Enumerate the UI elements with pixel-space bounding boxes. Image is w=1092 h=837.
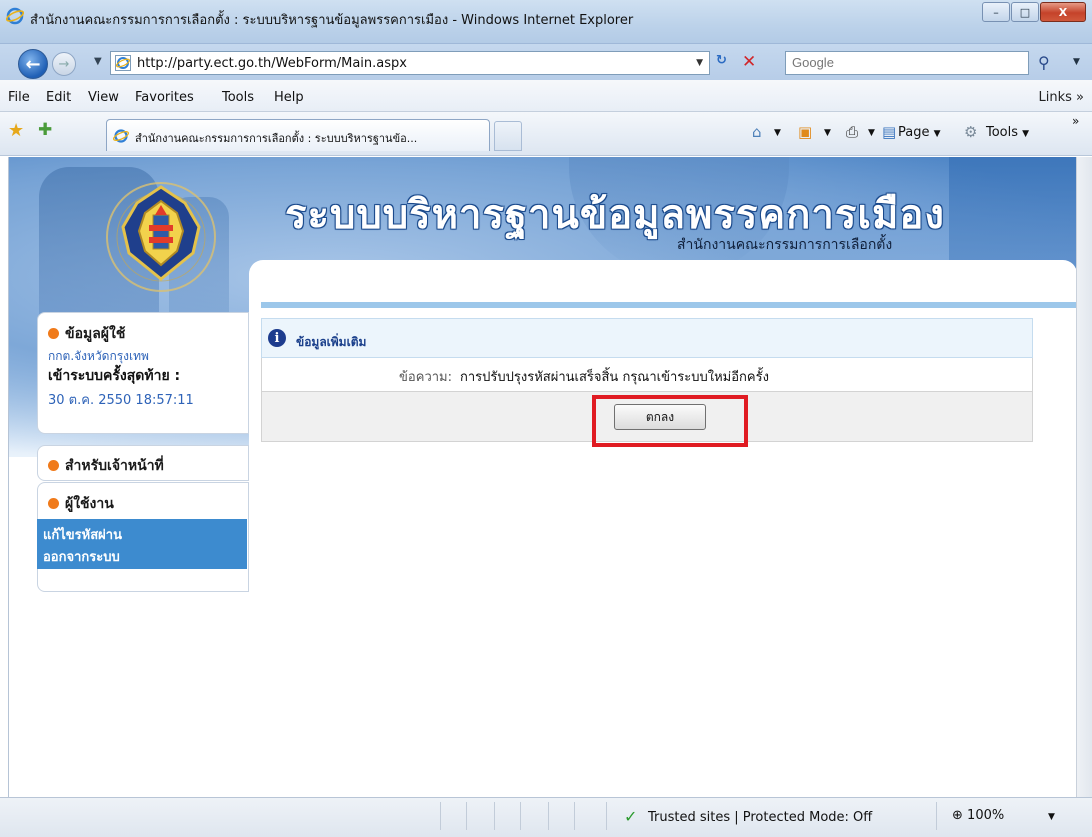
user-menu-heading: ผู้ใช้งาน bbox=[48, 493, 114, 515]
status-divider bbox=[494, 802, 495, 830]
main-content: i ข้อมูลเพิ่มเติม ข้อความ: การปรับปรุงรห… bbox=[249, 260, 1076, 797]
menu-edit[interactable]: Edit bbox=[46, 90, 71, 105]
chevron-down-icon: ▼ bbox=[933, 129, 941, 139]
new-tab-button[interactable] bbox=[494, 121, 522, 151]
favorites-star-icon[interactable]: ★ bbox=[8, 120, 24, 141]
info-title: ข้อมูลเพิ่มเติม bbox=[296, 335, 367, 349]
address-input[interactable]: http://party.ect.go.th/WebForm/Main.aspx… bbox=[110, 51, 710, 75]
user-info-heading-label: ข้อมูลผู้ใช้ bbox=[65, 326, 126, 342]
menu-bar: File Edit View Favorites Tools Help Link… bbox=[0, 80, 1092, 112]
page-ie-icon bbox=[115, 55, 131, 71]
stop-icon[interactable]: ✕ bbox=[742, 52, 764, 74]
address-toolbar: ← → ▼ http://party.ect.go.th/WebForm/Mai… bbox=[0, 44, 1092, 80]
user-province: กกต.จังหวัดกรุงเทพ bbox=[48, 349, 149, 363]
security-zone[interactable]: Trusted sites | Protected Mode: Off bbox=[648, 810, 872, 825]
bullet-icon bbox=[48, 460, 59, 471]
ok-button[interactable]: ตกลง bbox=[614, 404, 706, 430]
menu-help[interactable]: Help bbox=[274, 90, 304, 105]
status-divider bbox=[606, 802, 607, 830]
bullet-icon bbox=[48, 498, 59, 509]
history-dropdown-icon[interactable]: ▼ bbox=[94, 56, 102, 67]
arrow-right-icon: → bbox=[58, 56, 70, 72]
page-viewport: ระบบบริหารฐานข้อมูลพรรคการเมือง สำนักงาน… bbox=[8, 157, 1076, 797]
status-divider bbox=[466, 802, 467, 830]
trusted-check-icon: ✓ bbox=[624, 807, 638, 826]
gear-icon: ⚙ bbox=[964, 123, 978, 141]
message-text: การปรับปรุงรหัสผ่านเสร็จสิ้น กรุณาเข้าระ… bbox=[460, 370, 769, 385]
search-dropdown-icon[interactable]: ▼ bbox=[1073, 57, 1080, 67]
home-icon[interactable]: ⌂ bbox=[752, 123, 762, 141]
zoom-dropdown-icon[interactable]: ▼ bbox=[1048, 812, 1055, 822]
button-row: ตกลง bbox=[261, 392, 1033, 447]
zoom-icon: ⊕ bbox=[952, 808, 963, 823]
links-toolbar[interactable]: Links » bbox=[1038, 90, 1084, 105]
tools-menu-label: Tools bbox=[986, 125, 1019, 140]
menu-file[interactable]: File bbox=[8, 90, 30, 105]
tab-title: สำนักงานคณะกรรมการการเลือกตั้ง : ระบบบริ… bbox=[135, 132, 418, 145]
last-login-label: เข้าระบบครั้งสุดท้าย : bbox=[48, 368, 181, 384]
info-header: i ข้อมูลเพิ่มเติม bbox=[261, 318, 1033, 358]
page-icon: ▤ bbox=[882, 123, 897, 141]
chevron-down-icon: ▼ bbox=[1022, 129, 1030, 139]
print-dropdown-icon[interactable]: ▼ bbox=[868, 128, 875, 138]
address-dropdown-icon[interactable]: ▼ bbox=[696, 58, 703, 68]
sidebar-menu: แก้ไขรหัสผ่าน ออกจากระบบ bbox=[37, 519, 247, 569]
search-icon[interactable]: ⚲ bbox=[1038, 53, 1050, 72]
refresh-icon[interactable]: ↻ bbox=[716, 53, 738, 75]
zoom-level[interactable]: ⊕ 100% bbox=[952, 808, 1004, 823]
status-divider bbox=[548, 802, 549, 830]
sidebar-item-logout[interactable]: ออกจากระบบ bbox=[43, 546, 120, 567]
arrow-left-icon: ← bbox=[25, 53, 41, 75]
print-icon[interactable]: ⎙ bbox=[846, 123, 858, 141]
chevron-right-icon[interactable]: » bbox=[1072, 114, 1079, 128]
zoom-value: 100% bbox=[967, 808, 1005, 823]
page-menu-button[interactable]: Page ▼ bbox=[898, 125, 941, 140]
menu-view[interactable]: View bbox=[88, 90, 119, 105]
minimize-button[interactable]: – bbox=[982, 2, 1010, 22]
tab-ie-icon bbox=[113, 129, 129, 143]
banner-subtitle: สำนักงานคณะกรรมการการเลือกตั้ง bbox=[677, 237, 893, 253]
vertical-scrollbar[interactable] bbox=[1076, 157, 1092, 797]
staff-heading[interactable]: สำหรับเจ้าหน้าที่ bbox=[48, 455, 164, 477]
user-menu-heading-label: ผู้ใช้งาน bbox=[65, 496, 114, 512]
message-label: ข้อความ: bbox=[399, 370, 452, 385]
address-url: http://party.ect.go.th/WebForm/Main.aspx bbox=[137, 56, 407, 71]
status-divider bbox=[574, 802, 575, 830]
window-title: สำนักงานคณะกรรมการการเลือกตั้ง : ระบบบริ… bbox=[30, 13, 634, 28]
links-label: Links bbox=[1038, 90, 1072, 105]
message-row: ข้อความ: การปรับปรุงรหัสผ่านเสร็จสิ้น กร… bbox=[261, 358, 1033, 392]
ie-logo-icon bbox=[6, 7, 24, 25]
content-divider bbox=[261, 302, 1076, 308]
user-info-heading: ข้อมูลผู้ใช้ bbox=[48, 323, 125, 345]
tab-current[interactable]: สำนักงานคณะกรรมการการเลือกตั้ง : ระบบบริ… bbox=[106, 119, 490, 151]
page-menu-label: Page bbox=[898, 125, 930, 140]
staff-panel: สำหรับเจ้าหน้าที่ bbox=[37, 445, 249, 481]
feeds-icon[interactable]: ▣ bbox=[798, 123, 812, 141]
close-button[interactable]: X bbox=[1040, 2, 1086, 22]
user-info-panel: ข้อมูลผู้ใช้ กกต.จังหวัดกรุงเทพ เข้าระบบ… bbox=[37, 312, 249, 434]
bullet-icon bbox=[48, 328, 59, 339]
back-button[interactable]: ← bbox=[18, 49, 48, 79]
menu-tools[interactable]: Tools bbox=[222, 90, 254, 105]
window-titlebar: สำนักงานคณะกรรมการการเลือกตั้ง : ระบบบริ… bbox=[0, 0, 1092, 44]
last-login-time: 30 ต.ค. 2550 18:57:11 bbox=[48, 393, 194, 408]
status-bar: ✓ Trusted sites | Protected Mode: Off ⊕ … bbox=[0, 797, 1092, 837]
search-input[interactable]: Google bbox=[785, 51, 1029, 75]
staff-heading-label: สำหรับเจ้าหน้าที่ bbox=[65, 458, 164, 474]
tools-menu-button[interactable]: Tools ▼ bbox=[986, 125, 1029, 140]
status-divider bbox=[440, 802, 441, 830]
status-divider bbox=[520, 802, 521, 830]
tab-bar: ★ ✚ สำนักงานคณะกรรมการการเลือกตั้ง : ระบ… bbox=[0, 112, 1092, 156]
ect-emblem-logo bbox=[106, 182, 216, 292]
home-dropdown-icon[interactable]: ▼ bbox=[774, 128, 781, 138]
sidebar-item-change-password[interactable]: แก้ไขรหัสผ่าน bbox=[43, 524, 122, 545]
feeds-dropdown-icon[interactable]: ▼ bbox=[824, 128, 831, 138]
add-favorite-icon[interactable]: ✚ bbox=[38, 120, 52, 140]
chevron-right-icon: » bbox=[1076, 90, 1084, 105]
info-icon: i bbox=[268, 329, 286, 347]
status-divider bbox=[936, 802, 937, 830]
menu-favorites[interactable]: Favorites bbox=[135, 90, 194, 105]
maximize-button[interactable]: □ bbox=[1011, 2, 1039, 22]
forward-button[interactable]: → bbox=[52, 52, 76, 76]
